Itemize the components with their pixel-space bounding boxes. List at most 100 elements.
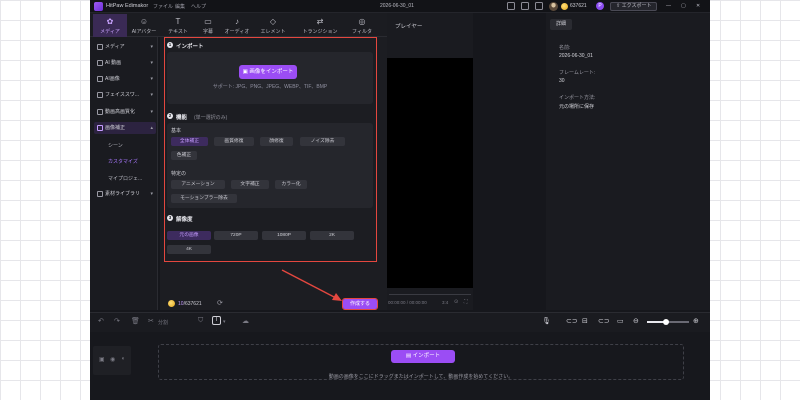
- menu-help[interactable]: ヘルプ: [191, 3, 206, 10]
- track-image-icon[interactable]: ▣: [99, 356, 105, 363]
- sidebar-item-video-enhance[interactable]: 動画高画質化 ▾: [94, 106, 156, 118]
- split-icon[interactable]: ✂: [148, 317, 154, 325]
- sidebar-sub-scene[interactable]: シーン: [108, 142, 123, 149]
- tab-filter[interactable]: ◎ フィルタ: [345, 14, 379, 37]
- menu-file[interactable]: ファイル: [153, 3, 173, 10]
- library-icon: [97, 191, 103, 197]
- close-icon[interactable]: ✕: [696, 3, 700, 9]
- sidebar-item-face-swap[interactable]: フェイススワ... ▾: [94, 89, 156, 101]
- marker-icon[interactable]: ⛉: [198, 317, 203, 325]
- media-icon: ✿: [106, 17, 114, 26]
- pro-badge[interactable]: P: [596, 2, 604, 10]
- zoom-out-icon[interactable]: ⊖: [633, 317, 639, 325]
- app-logo: [94, 2, 103, 11]
- timeline-drop-hint: 動画の画像をここにドラッグまたはインポートして、動画作成を始めてください。: [328, 374, 514, 380]
- video-enhance-icon: [97, 109, 103, 115]
- sidebar-item-label: AI 動画: [105, 60, 122, 66]
- ai-image-icon: [97, 76, 103, 82]
- filter-icon: ◎: [358, 17, 366, 26]
- split-label[interactable]: 分割: [158, 319, 168, 326]
- detail-import-label: インポート方法:: [559, 95, 596, 101]
- tab-element-label: エレメント: [260, 29, 286, 35]
- detail-import-value: 元の場所に保存: [559, 104, 595, 110]
- detail-name-label: 名前:: [559, 45, 571, 51]
- zoom-in-icon[interactable]: ⊕: [693, 317, 699, 325]
- chevron-down-icon[interactable]: ▾: [223, 319, 226, 325]
- snap-icon[interactable]: ⊟: [582, 317, 588, 325]
- cloud-icon[interactable]: ☁: [242, 317, 249, 325]
- caption-icon[interactable]: ▭: [617, 317, 624, 325]
- microphone-icon[interactable]: 🎙: [542, 317, 551, 325]
- tab-transition-label: トランジション: [302, 29, 338, 35]
- player-title: プレイヤー: [395, 24, 423, 30]
- delete-icon[interactable]: 🗑: [131, 317, 140, 325]
- sidebar-item-label: AI画像: [105, 76, 120, 82]
- aspect-ratio[interactable]: 3:4: [442, 300, 448, 305]
- refresh-icon[interactable]: ⟳: [217, 299, 223, 307]
- folder-plus-icon: ▤: [405, 353, 413, 359]
- tab-ai-avatar-label: AIアバター: [131, 29, 157, 35]
- sidebar-item-library[interactable]: 素材ライブラリ ▾: [94, 188, 156, 200]
- feedback-icon[interactable]: [507, 2, 515, 10]
- tab-audio[interactable]: ♪ オーディオ: [220, 14, 254, 37]
- project-title: 2026-06-30_01: [380, 3, 414, 9]
- subtitle-icon: ▭: [204, 17, 212, 26]
- transition-icon: ⇄: [316, 17, 324, 26]
- tab-ai-avatar[interactable]: ☺ AIアバター: [127, 14, 161, 37]
- link-icon[interactable]: ⊂⊃: [566, 317, 578, 325]
- title-credits: 637621: [570, 3, 587, 9]
- minimize-icon[interactable]: —: [666, 3, 671, 9]
- folder-icon: [97, 44, 103, 50]
- fullscreen-icon[interactable]: ⛶: [464, 299, 468, 305]
- sidebar-sub-my-project[interactable]: マイプロジェ...: [108, 175, 142, 182]
- audio-icon: ♪: [235, 17, 239, 26]
- sidebar-item-label: 動画高画質化: [105, 109, 136, 115]
- sidebar-item-image-enhance[interactable]: 画像補正 ▴: [94, 122, 156, 134]
- avatar[interactable]: [549, 1, 558, 11]
- undo-icon[interactable]: ↶: [98, 317, 104, 325]
- track-audio-icon[interactable]: ◖: [121, 356, 125, 362]
- detail-fps-value: 30: [559, 78, 565, 84]
- detail-fps-label: フレームレート:: [559, 70, 596, 76]
- face-swap-icon: [97, 92, 103, 98]
- redo-icon[interactable]: ↷: [114, 317, 120, 325]
- tab-transition[interactable]: ⇄ トランジション: [299, 14, 341, 37]
- snapshot-icon[interactable]: ⊙: [454, 299, 458, 305]
- tab-details[interactable]: 詳細: [550, 19, 572, 30]
- sidebar-sub-customize[interactable]: カスタマイズ: [108, 158, 138, 165]
- chevron-down-icon: ▾: [150, 76, 153, 82]
- export-button[interactable]: ⇪ エクスポート: [610, 2, 658, 11]
- zoom-slider-handle[interactable]: [662, 318, 669, 325]
- track-visibility-icon[interactable]: ◉: [110, 356, 115, 363]
- maximize-icon[interactable]: ▢: [681, 3, 686, 9]
- sidebar-item-ai-image[interactable]: AI画像 ▾: [94, 73, 156, 85]
- tab-audio-label: オーディオ: [224, 29, 250, 35]
- chevron-down-icon: ▾: [150, 92, 153, 98]
- sidebar-item-ai-video[interactable]: AI 動画 ▾: [94, 57, 156, 69]
- annotation-arrow: [281, 269, 342, 301]
- tab-media[interactable]: ✿ メディア: [93, 14, 127, 37]
- coin-icon: [561, 3, 568, 10]
- image-enhance-icon: [97, 125, 103, 131]
- app-window: HitPaw Edimakor ファイル 編集 ヘルプ 2026-06-30_0…: [90, 0, 710, 400]
- sidebar-item-label: フェイススワ...: [105, 92, 140, 98]
- menu-edit[interactable]: 編集: [175, 3, 185, 10]
- tab-element[interactable]: ◇ エレメント: [256, 14, 290, 37]
- player-time: 00:00:00 / 00:00:00: [388, 300, 427, 305]
- gift-icon[interactable]: [535, 2, 543, 10]
- text-tool-icon[interactable]: T: [212, 316, 221, 325]
- ai-avatar-icon: ☺: [139, 17, 149, 26]
- tab-text[interactable]: T テキスト: [161, 14, 195, 37]
- tab-text-label: テキスト: [168, 29, 188, 35]
- track-link-icon[interactable]: ⊂⊃: [598, 317, 610, 325]
- export-label: エクスポート: [621, 3, 652, 9]
- create-button[interactable]: 作成する: [341, 297, 379, 311]
- sidebar-item-media[interactable]: メディア ▾: [94, 41, 156, 53]
- credit-coin-icon: [168, 300, 175, 307]
- chevron-down-icon: ▾: [150, 191, 153, 197]
- player-progress[interactable]: [389, 294, 471, 295]
- sidebar-item-label: 画像補正: [105, 125, 126, 131]
- chevron-down-icon: ▾: [150, 109, 153, 115]
- message-icon[interactable]: [521, 2, 529, 10]
- timeline-import-button[interactable]: ▤ インポート: [391, 350, 455, 363]
